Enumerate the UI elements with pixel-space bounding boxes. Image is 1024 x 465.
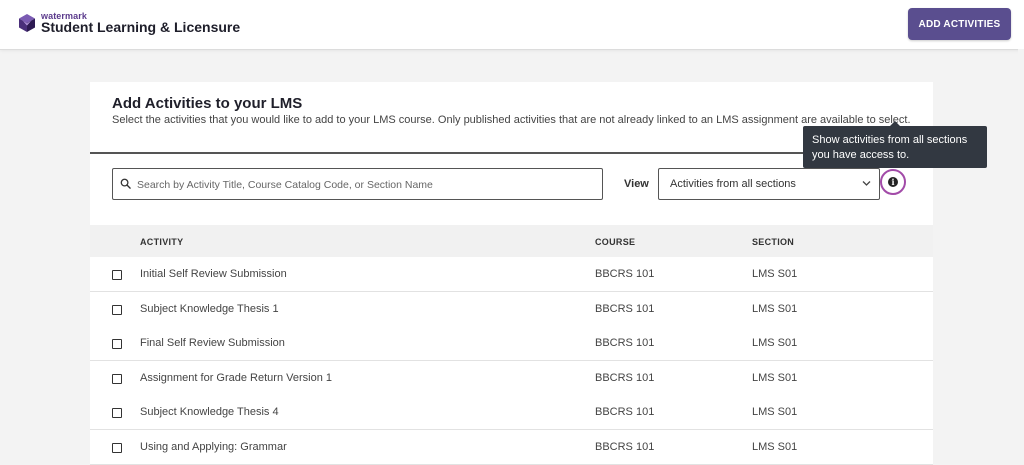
activity-cell: Assignment for Grade Return Version 1 — [140, 372, 332, 384]
row-checkbox[interactable] — [112, 443, 122, 453]
table-row: Initial Self Review Submission BBCRS 101… — [90, 257, 933, 292]
section-cell: LMS S01 — [752, 268, 798, 280]
card-title: Add Activities to your LMS — [112, 95, 303, 112]
row-checkbox[interactable] — [112, 374, 122, 384]
activity-cell: Subject Knowledge Thesis 1 — [140, 303, 279, 315]
table-row: Subject Knowledge Thesis 1 BBCRS 101 LMS… — [90, 292, 933, 327]
section-cell: LMS S01 — [752, 406, 798, 418]
section-cell: LMS S01 — [752, 303, 798, 315]
view-select-value: Activities from all sections — [670, 178, 796, 190]
row-checkbox[interactable] — [112, 305, 122, 315]
activity-cell: Final Self Review Submission — [140, 337, 285, 349]
row-checkbox[interactable] — [112, 270, 122, 280]
activity-cell: Subject Knowledge Thesis 4 — [140, 406, 279, 418]
course-cell: BBCRS 101 — [595, 372, 655, 384]
section-cell: LMS S01 — [752, 441, 798, 453]
info-button[interactable]: i — [880, 169, 906, 195]
table-row: Using and Applying: Grammar BBCRS 101 LM… — [90, 430, 933, 465]
course-cell: BBCRS 101 — [595, 337, 655, 349]
watermark-logo-icon — [19, 14, 35, 32]
table-row: Final Self Review Submission BBCRS 101 L… — [90, 326, 933, 361]
row-checkbox[interactable] — [112, 339, 122, 349]
top-bar: watermark Student Learning & Licensure A… — [0, 0, 1024, 50]
tooltip-text: Show activities from all sections you ha… — [812, 134, 968, 161]
brand-name: Student Learning & Licensure — [41, 19, 241, 35]
card-description: Select the activities that you would lik… — [112, 114, 911, 126]
add-activities-button[interactable]: ADD ACTIVITIES — [908, 8, 1011, 40]
search-input[interactable] — [135, 170, 599, 200]
row-checkbox[interactable] — [112, 408, 122, 418]
table-header: ACTIVITY COURSE SECTION — [90, 225, 933, 257]
page-scrollbar[interactable] — [1018, 49, 1024, 455]
info-tooltip: Show activities from all sections you ha… — [803, 126, 987, 168]
column-header-activity[interactable]: ACTIVITY — [140, 237, 183, 247]
activity-cell: Using and Applying: Grammar — [140, 441, 287, 453]
section-cell: LMS S01 — [752, 372, 798, 384]
view-label: View — [624, 178, 649, 190]
column-header-course[interactable]: COURSE — [595, 237, 635, 247]
course-cell: BBCRS 101 — [595, 268, 655, 280]
search-field[interactable] — [112, 168, 603, 200]
course-cell: BBCRS 101 — [595, 303, 655, 315]
course-cell: BBCRS 101 — [595, 441, 655, 453]
course-cell: BBCRS 101 — [595, 406, 655, 418]
table-row: Assignment for Grade Return Version 1 BB… — [90, 361, 933, 396]
search-icon — [120, 178, 131, 189]
view-select[interactable]: Activities from all sections — [658, 168, 880, 200]
column-header-section[interactable]: SECTION — [752, 237, 794, 247]
activity-cell: Initial Self Review Submission — [140, 268, 287, 280]
table-row: Subject Knowledge Thesis 4 BBCRS 101 LMS… — [90, 395, 933, 430]
info-icon: i — [888, 177, 898, 187]
chevron-down-icon — [862, 181, 871, 186]
section-cell: LMS S01 — [752, 337, 798, 349]
